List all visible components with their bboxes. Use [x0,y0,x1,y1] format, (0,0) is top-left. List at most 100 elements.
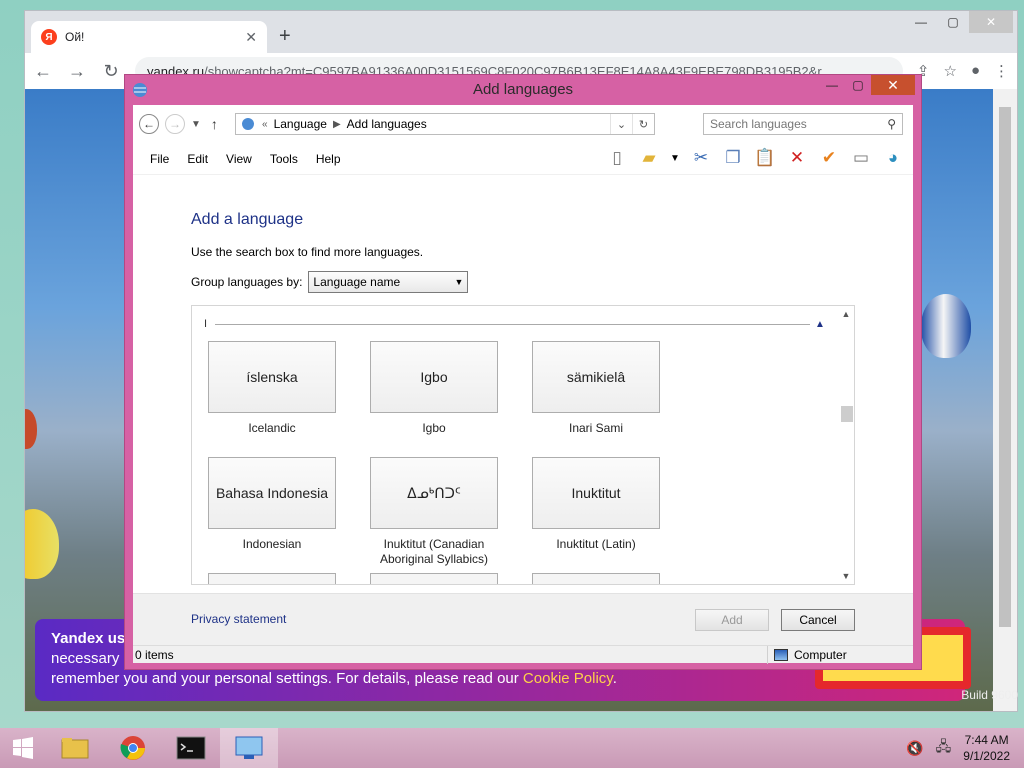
forward-icon[interactable]: → [165,114,185,134]
checkmark-icon[interactable]: ✔ [817,145,841,171]
balloon-image [921,294,971,358]
page-scrollbar[interactable] [993,89,1017,711]
copy-icon[interactable]: ❐ [721,145,745,171]
window-body: ← → ▼ ↑ « Language ▶ Add languages ⌄ ↻ S… [133,105,913,664]
forward-icon[interactable]: → [67,61,87,82]
menu-view[interactable]: View [217,152,261,166]
group-letter: I [204,318,208,330]
dropdown-chevron-icon[interactable]: ▼ [669,145,681,171]
new-tab-icon[interactable]: + [279,25,291,48]
menu-tools[interactable]: Tools [261,152,307,166]
menu-kebab-icon[interactable]: ⋮ [994,62,1009,80]
group-divider [215,323,810,325]
computer-icon [774,649,788,661]
recent-locations-chevron-icon[interactable]: ▼ [191,119,201,130]
yandex-favicon-icon: Я [41,29,57,45]
chrome-icon [120,736,145,760]
address-dropdown-icon[interactable]: ⌄ [610,114,632,134]
add-button[interactable]: Add [695,609,769,631]
scroll-up-icon[interactable]: ▲ [838,306,854,322]
cancel-button[interactable]: Cancel [781,609,855,631]
minimize-icon[interactable]: — [819,75,845,95]
close-icon[interactable]: ✕ [969,11,1013,33]
close-icon[interactable]: ✕ [871,75,915,95]
balloon-image [25,409,37,449]
window-titlebar[interactable]: Add languages — ▢ ✕ [125,75,921,105]
language-tile-inari-sami[interactable]: sämikielâ Inari Sami [532,341,660,436]
tile-native-name: ᐃᓄᒃᑎᑐᑦ [370,457,498,529]
clock-time: 7:44 AM [964,733,1009,747]
address-bar[interactable]: « Language ▶ Add languages ⌄ ↻ [235,113,655,135]
tile-language-name: Inuktitut (Canadian Aboriginal Syllabics… [379,537,489,566]
preview-pane-icon[interactable]: ▯ [605,145,629,171]
search-input[interactable]: Search languages ⚲ [703,113,903,135]
language-tile-indonesian[interactable]: Bahasa Indonesia Indonesian [208,457,336,552]
tile-language-name: Inuktitut (Latin) [556,537,636,551]
tab-close-icon[interactable]: ✕ [245,29,257,46]
group-by-select[interactable]: Language name ▼ [308,271,469,293]
balloon-image [25,509,59,579]
instructions: Use the search box to find more language… [191,245,424,259]
group-header[interactable]: I ▲ [204,318,830,330]
main-content: Add a language Use the search box to fin… [133,175,913,591]
language-tile-icelandic[interactable]: íslenska Icelandic [208,341,336,436]
status-bar: 0 items Computer [133,645,913,664]
breadcrumb-add-languages[interactable]: Add languages [347,117,427,131]
back-icon[interactable]: ← [33,61,53,82]
language-tile-partial[interactable] [532,573,660,584]
profile-icon[interactable]: ● [971,62,980,80]
taskbar-file-explorer[interactable] [46,728,104,768]
volume-muted-icon[interactable]: 🔇 [906,740,923,757]
menu-help[interactable]: Help [307,152,350,166]
bookmark-star-icon[interactable]: ☆ [943,62,956,80]
cookie-period: . [612,670,617,687]
breadcrumb-prefix: « [262,118,268,130]
menu-file[interactable]: File [141,152,178,166]
scroll-down-icon[interactable]: ▼ [838,568,854,584]
page-scroll-thumb[interactable] [999,107,1011,627]
language-tile-igbo[interactable]: Igbo Igbo [370,341,498,436]
tile-native-name: sämikielâ [532,341,660,413]
privacy-statement-link[interactable]: Privacy statement [191,612,286,626]
group-by-row: Group languages by: Language name ▼ [191,271,469,293]
taskbar-chrome[interactable] [104,728,162,768]
tile-language-name: Icelandic [248,421,296,435]
start-button[interactable] [0,728,46,768]
scroll-thumb[interactable] [841,406,853,422]
minimize-icon[interactable]: — [905,11,937,33]
language-tile-partial[interactable] [208,573,336,584]
taskbar-command-prompt[interactable] [162,728,220,768]
language-tile-inuktitut-latin[interactable]: Inuktitut Inuktitut (Latin) [532,457,660,552]
reload-icon[interactable]: ↻ [101,61,121,82]
breadcrumb-separator-icon: ▶ [332,118,341,130]
folder-properties-icon[interactable]: ▰ [637,145,661,171]
system-clock[interactable]: 7:44 AM 9/1/2022 [963,732,1010,764]
breadcrumb-language[interactable]: Language [274,117,327,131]
list-scrollbar[interactable]: ▲ ▼ [838,306,854,584]
search-icon[interactable]: ⚲ [887,117,896,131]
language-tile-inuktitut-syllabics[interactable]: ᐃᓄᒃᑎᑐᑦ Inuktitut (Canadian Aboriginal Sy… [370,457,498,567]
rename-icon[interactable]: ▭ [849,145,873,171]
network-icon[interactable]: 🖧 [936,736,952,760]
cookie-policy-link[interactable]: Cookie Policy [523,670,613,687]
browser-actions: ⇪ ☆ ● ⋮ [917,62,1009,80]
cut-icon[interactable]: ✂ [689,145,713,171]
language-tile-partial[interactable] [370,573,498,584]
item-count: 0 items [135,648,174,662]
browser-tab[interactable]: Я Ой! ✕ [31,21,267,53]
system-tray: 🔇 🖧 7:44 AM 9/1/2022 [906,728,1024,768]
menu-edit[interactable]: Edit [178,152,217,166]
back-icon[interactable]: ← [139,114,159,134]
maximize-icon[interactable]: ▢ [845,75,871,95]
taskbar: 🔇 🖧 7:44 AM 9/1/2022 [0,728,1024,768]
paste-icon[interactable]: 📋 [753,145,777,171]
language-globe-icon [242,118,254,130]
maximize-icon[interactable]: ▢ [937,11,969,33]
taskbar-control-panel[interactable] [220,728,278,768]
refresh-icon[interactable]: ↻ [632,114,654,134]
delete-icon[interactable]: ✕ [785,145,809,171]
shell-icon[interactable]: ◕ [881,145,905,171]
up-arrow-icon[interactable]: ↑ [211,116,218,132]
collapse-chevron-icon[interactable]: ▲ [810,319,830,330]
tile-language-name: Inari Sami [568,421,624,435]
